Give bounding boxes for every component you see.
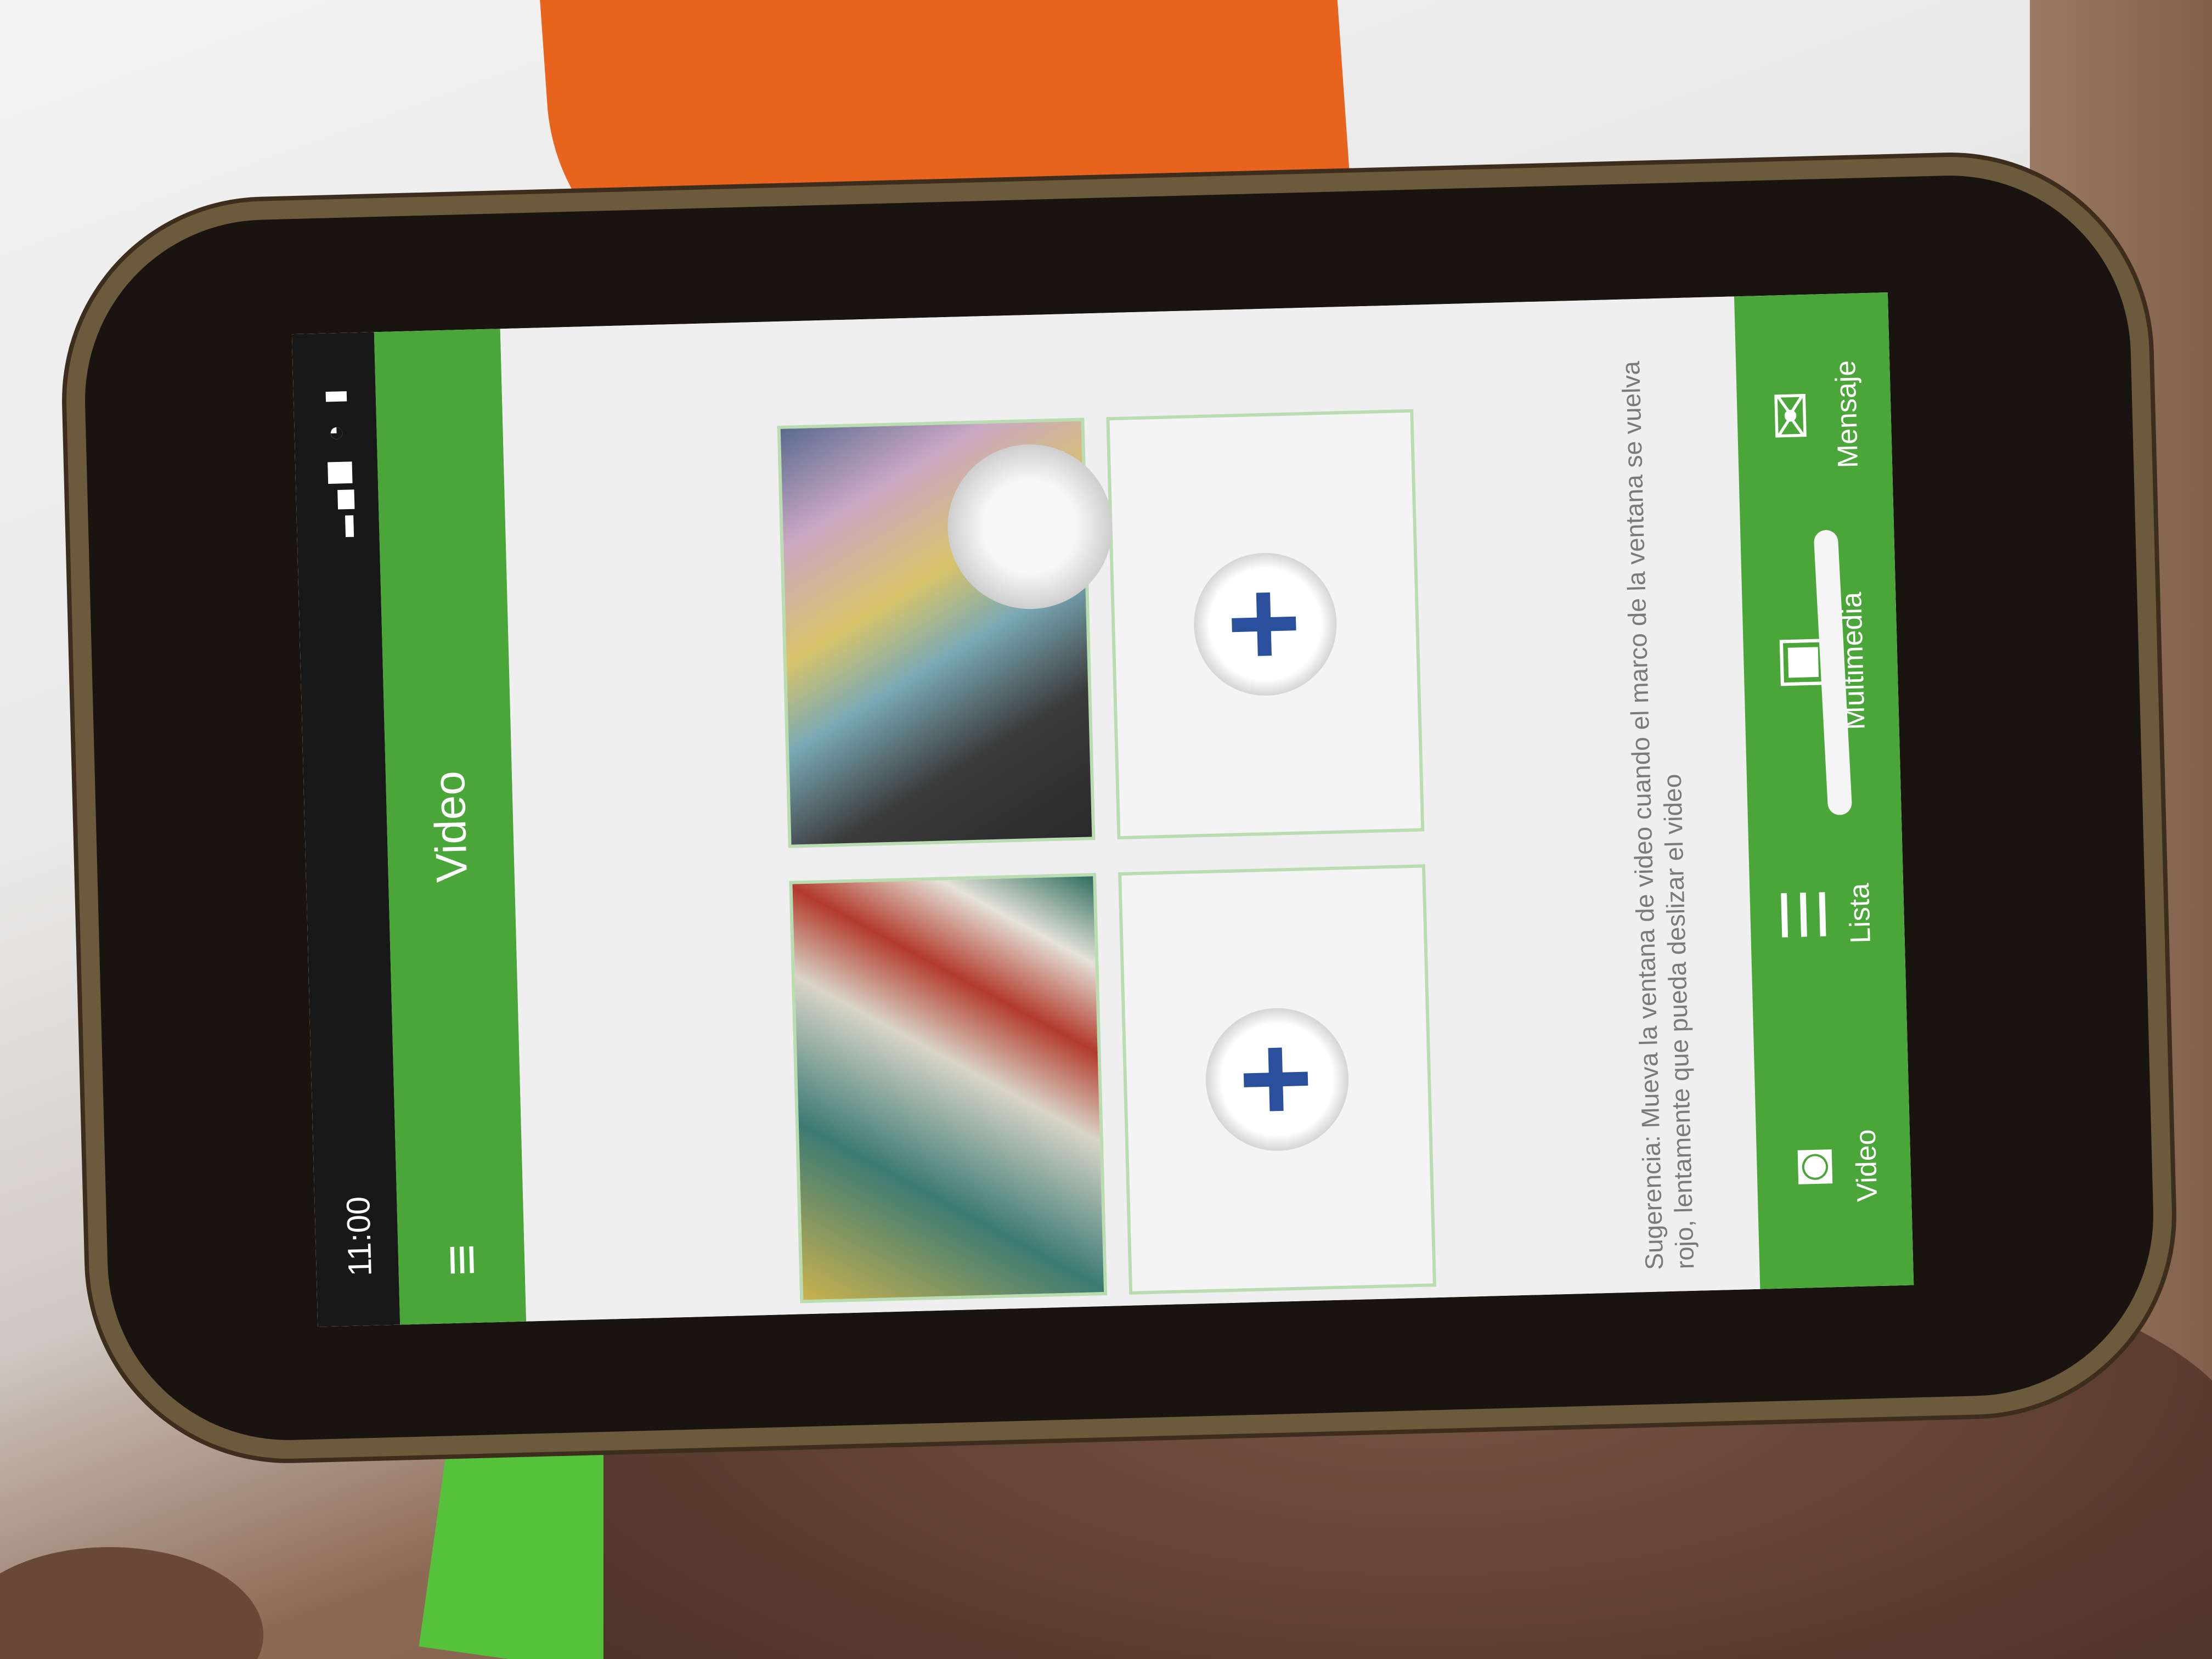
chat-icon: ✉ xyxy=(1757,389,1826,442)
top-bar: ≡ Video xyxy=(374,329,527,1325)
hint-text: Sugerencia: Mueva la ventana de video cu… xyxy=(1616,360,1700,1271)
camera-icon: ◙ xyxy=(1777,1148,1846,1187)
phone-screen: 11:00 ▂▄▆ ◔ ▮ ≡ Video + + Sugerencia: Mu… xyxy=(291,292,1914,1327)
tab-bar: ◙ Video ☰ Lista ▣ Multimedia ✉ Mensaje xyxy=(1734,292,1914,1289)
video-cell-1[interactable] xyxy=(789,873,1108,1304)
add-video-cell-2[interactable]: + xyxy=(945,409,1425,840)
tab-lista[interactable]: ☰ Lista xyxy=(1764,814,1895,1014)
status-icons: ▂▄▆ ◔ ▮ xyxy=(318,382,353,538)
status-time: 11:00 xyxy=(340,1195,379,1277)
list-icon: ☰ xyxy=(1770,887,1839,943)
tab-mensaje[interactable]: ✉ Mensaje xyxy=(1751,315,1882,516)
tab-label: Video xyxy=(1849,1128,1884,1203)
tab-label: Lista xyxy=(1843,883,1877,944)
content-area: + + Sugerencia: Mueva la ventana de vide… xyxy=(500,296,1760,1322)
phone: 11:00 ▂▄▆ ◔ ▮ ≡ Video + + Sugerencia: Mu… xyxy=(80,171,2158,1445)
add-video-cell-1[interactable]: + xyxy=(1118,864,1437,1295)
app: 11:00 ▂▄▆ ◔ ▮ ≡ Video + + Sugerencia: Mu… xyxy=(291,292,1914,1327)
video-grid: + + xyxy=(775,315,1447,1304)
add-icon[interactable]: + xyxy=(1203,1006,1351,1153)
page-title: Video xyxy=(424,770,477,883)
add-icon[interactable]: + xyxy=(1191,551,1339,698)
tab-label: Mensaje xyxy=(1830,360,1865,469)
camera-feed-1 xyxy=(792,876,1104,1300)
tab-video[interactable]: ◙ Video xyxy=(1771,1066,1902,1267)
